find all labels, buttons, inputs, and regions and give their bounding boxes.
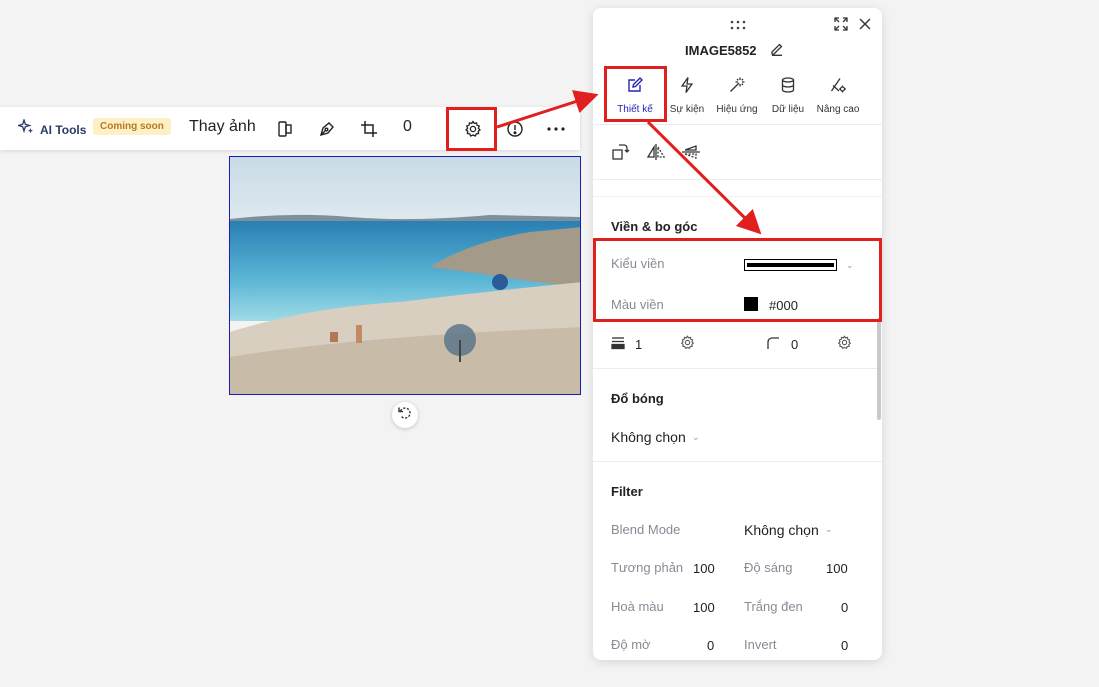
brightness-value[interactable]: 100 <box>826 561 848 576</box>
saturation-value[interactable]: 100 <box>693 600 715 615</box>
blur-label: Độ mờ <box>611 637 651 652</box>
corner-radius-value[interactable]: 0 <box>791 337 798 352</box>
contrast-label: Tương phản <box>611 560 684 575</box>
flip-horizontal-icon[interactable] <box>646 143 666 166</box>
panel-scrollbar[interactable] <box>877 318 881 420</box>
tab-advanced-label: Nâng cao <box>816 104 860 115</box>
contrast-value[interactable]: 100 <box>693 561 715 576</box>
more-options-icon[interactable] <box>545 118 567 140</box>
border-width-value[interactable]: 1 <box>635 337 642 352</box>
corner-radius-icon <box>766 336 780 355</box>
flip-vertical-icon[interactable] <box>681 143 701 166</box>
highlight-design-tab-box <box>604 66 667 122</box>
grayscale-label: Trắng đen <box>744 599 803 614</box>
chevron-down-icon[interactable]: ⌄ <box>825 524 833 535</box>
saturation-label: Hoà màu <box>611 599 664 614</box>
tab-advanced[interactable]: Nâng cao <box>810 76 866 115</box>
grayscale-value[interactable]: 0 <box>841 600 848 615</box>
tab-data-label: Dữ liệu <box>771 104 805 115</box>
element-title: IMAGE5852 <box>685 43 757 58</box>
tab-effects[interactable]: Hiệu ứng <box>709 76 765 115</box>
database-icon <box>779 76 797 99</box>
crop-icon[interactable] <box>358 118 380 140</box>
expand-icon[interactable] <box>834 17 848 36</box>
shadow-select[interactable]: Không chọn <box>611 429 686 445</box>
blend-mode-select[interactable]: Không chọn <box>744 522 819 538</box>
swap-image-icon[interactable] <box>274 118 296 140</box>
rotate-square-icon[interactable] <box>611 143 631 166</box>
help-circle-icon[interactable] <box>504 118 526 140</box>
rotate-icon <box>397 405 413 426</box>
divider <box>593 179 882 180</box>
divider <box>593 124 882 125</box>
blend-mode-label: Blend Mode <box>611 522 681 537</box>
drag-handle-icon[interactable] <box>729 17 747 35</box>
advanced-settings-icon <box>829 76 847 99</box>
chevron-down-icon[interactable]: ⌄ <box>692 432 700 443</box>
filter-section-title: Filter <box>611 484 643 499</box>
blur-value[interactable]: 0 <box>707 638 714 653</box>
brightness-label: Độ sáng <box>744 560 793 575</box>
edit-title-icon[interactable] <box>770 42 784 61</box>
ai-tools-button[interactable]: AI Tools <box>16 117 87 140</box>
invert-label: Invert <box>744 637 777 652</box>
corner-radius-settings-icon[interactable] <box>837 335 852 355</box>
lightning-icon <box>678 76 696 99</box>
invert-value[interactable]: 0 <box>841 638 848 653</box>
highlight-border-box <box>593 238 882 322</box>
ai-tools-label: AI Tools <box>40 122 87 137</box>
border-section-title: Viền & bo góc <box>611 219 698 234</box>
divider <box>593 196 882 197</box>
divider <box>593 461 882 462</box>
toolbar-value: 0 <box>403 118 412 135</box>
tab-events-label: Sự kiện <box>669 104 705 115</box>
tab-events[interactable]: Sự kiện <box>659 76 715 115</box>
tab-effects-label: Hiệu ứng <box>716 104 758 115</box>
magic-wand-icon <box>728 76 746 99</box>
tab-data[interactable]: Dữ liệu <box>760 76 816 115</box>
sparkle-icon <box>16 117 34 140</box>
border-width-icon <box>611 336 625 355</box>
close-icon[interactable] <box>858 17 872 36</box>
divider <box>593 368 882 369</box>
border-width-settings-icon[interactable] <box>680 335 695 355</box>
highlight-settings-box <box>446 107 497 151</box>
transform-tools <box>611 143 701 166</box>
replace-image-button[interactable]: Thay ảnh <box>189 118 256 136</box>
rotate-button[interactable] <box>392 402 418 428</box>
coming-soon-badge: Coming soon <box>93 118 171 135</box>
selected-image[interactable] <box>229 156 581 395</box>
shadow-section-title: Đổ bóng <box>611 391 664 406</box>
pen-tool-icon[interactable] <box>316 118 338 140</box>
